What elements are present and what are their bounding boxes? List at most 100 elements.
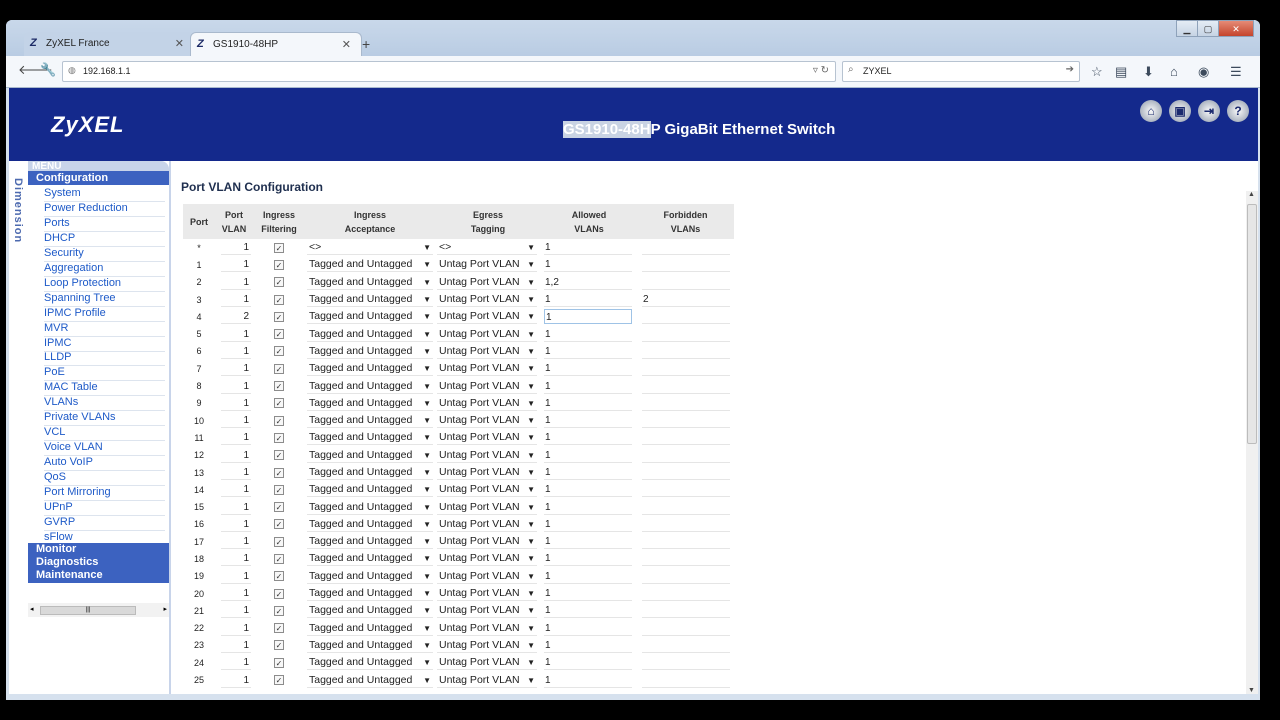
egress-tagging-select[interactable]: Untag Port VLAN ▼ [437, 413, 537, 429]
bookmark-star-icon[interactable]: ☆ [1091, 64, 1103, 80]
pvid-input[interactable]: 1 [221, 396, 251, 411]
ingress-filter-checkbox[interactable]: ✓ [274, 294, 284, 305]
forbidden-vlans-input[interactable] [642, 500, 730, 515]
sidebar-item-vlans[interactable]: VLANs [44, 396, 78, 408]
egress-tagging-select[interactable]: Untag Port VLAN ▼ [437, 448, 537, 463]
sidebar-item-mvr[interactable]: MVR [44, 322, 68, 334]
scroll-up-icon[interactable]: ▲ [1248, 191, 1255, 198]
allowed-vlans-input[interactable]: 1 [544, 413, 632, 429]
egress-tagging-select[interactable]: Untag Port VLAN ▼ [437, 275, 537, 290]
sidebar-item-port-mirroring[interactable]: Port Mirroring [44, 486, 111, 498]
allowed-vlans-input[interactable]: 1 [544, 673, 632, 688]
allowed-vlans-input[interactable]: 1 [544, 344, 632, 359]
ingress-filter-checkbox[interactable]: ✓ [274, 415, 284, 426]
forbidden-vlans-input[interactable] [642, 396, 730, 411]
allowed-vlans-input[interactable]: 1 [544, 534, 632, 550]
forbidden-vlans-input[interactable] [642, 448, 730, 463]
tab-gs1910[interactable]: Z GS1910-48HP ✕ [190, 32, 362, 56]
ingress-acceptance-select[interactable]: <> ▼ [307, 240, 433, 256]
sidebar-item-power-reduction[interactable]: Power Reduction [44, 202, 128, 214]
maximize-icon[interactable]: ▢ [1197, 20, 1219, 37]
sidebar-item-spanning-tree[interactable]: Spanning Tree [44, 292, 116, 304]
sidebar-section-maintenance[interactable]: Maintenance [28, 569, 169, 583]
allowed-vlans-input[interactable]: 1 [544, 379, 632, 394]
pvid-input[interactable]: 1 [221, 257, 251, 273]
chat-icon[interactable]: ◉ [1198, 64, 1209, 80]
egress-tagging-select[interactable]: Untag Port VLAN ▼ [437, 430, 537, 446]
ingress-filter-checkbox[interactable]: ✓ [274, 277, 284, 288]
egress-tagging-select[interactable]: Untag Port VLAN ▼ [437, 569, 537, 584]
ingress-filter-checkbox[interactable]: ✓ [274, 467, 284, 478]
ingress-filter-checkbox[interactable]: ✓ [274, 502, 284, 513]
ingress-filter-checkbox[interactable]: ✓ [274, 484, 284, 495]
sidebar-item-auto-voip[interactable]: Auto VoIP [44, 456, 93, 468]
pvid-input[interactable]: 1 [221, 448, 251, 463]
forbidden-vlans-input[interactable] [642, 569, 730, 584]
sidebar-item-dhcp[interactable]: DHCP [44, 232, 75, 244]
allowed-vlans-input[interactable]: 1 [544, 586, 632, 602]
ingress-filter-checkbox[interactable]: ✓ [274, 640, 284, 651]
sidebar-item-qos[interactable]: QoS [44, 471, 66, 483]
forbidden-vlans-input[interactable] [642, 655, 730, 671]
ingress-filter-checkbox[interactable]: ✓ [274, 398, 284, 409]
ingress-acceptance-select[interactable]: Tagged and Untagged ▼ [307, 500, 433, 515]
forbidden-vlans-input[interactable] [642, 586, 730, 602]
sidebar-item-poe[interactable]: PoE [44, 366, 65, 378]
egress-tagging-select[interactable]: Untag Port VLAN ▼ [437, 655, 537, 671]
egress-tagging-select[interactable]: Untag Port VLAN ▼ [437, 621, 537, 636]
ingress-filter-checkbox[interactable]: ✓ [274, 519, 284, 530]
scroll-left-icon[interactable]: ◂ [30, 605, 34, 613]
egress-tagging-select[interactable]: Untag Port VLAN ▼ [437, 534, 537, 550]
ingress-acceptance-select[interactable]: Tagged and Untagged ▼ [307, 257, 433, 273]
ingress-acceptance-select[interactable]: Tagged and Untagged ▼ [307, 413, 433, 429]
egress-tagging-select[interactable]: Untag Port VLAN ▼ [437, 638, 537, 653]
scroll-down-icon[interactable]: ▼ [1248, 687, 1255, 694]
search-input[interactable]: ⌕ ZYXEL ➔ [842, 61, 1080, 82]
ingress-acceptance-select[interactable]: Tagged and Untagged ▼ [307, 465, 433, 480]
sidebar-item-security[interactable]: Security [44, 247, 84, 259]
ingress-filter-checkbox[interactable]: ✓ [274, 363, 284, 374]
sidebar-item-ipmc-profile[interactable]: IPMC Profile [44, 307, 106, 319]
egress-tagging-select[interactable]: Untag Port VLAN ▼ [437, 551, 537, 567]
egress-tagging-select[interactable]: Untag Port VLAN ▼ [437, 396, 537, 411]
ingress-acceptance-select[interactable]: Tagged and Untagged ▼ [307, 379, 433, 394]
menu-hamburger-icon[interactable]: ☰ [1230, 64, 1242, 80]
egress-tagging-select[interactable]: Untag Port VLAN ▼ [437, 309, 537, 325]
close-tab-icon[interactable]: ✕ [342, 38, 351, 51]
allowed-vlans-input[interactable]: 1 [544, 569, 632, 584]
sidebar-item-ports[interactable]: Ports [44, 217, 70, 229]
ingress-acceptance-select[interactable]: Tagged and Untagged ▼ [307, 603, 433, 619]
sidebar-item-vcl[interactable]: VCL [44, 426, 65, 438]
sidebar-item-loop-protection[interactable]: Loop Protection [44, 277, 121, 289]
search-go-icon[interactable]: ➔ [1066, 64, 1074, 75]
forbidden-vlans-input[interactable] [642, 309, 730, 325]
pvid-input[interactable]: 1 [221, 379, 251, 394]
sidebar-item-ipmc[interactable]: IPMC [44, 337, 72, 349]
close-window-icon[interactable]: ✕ [1218, 20, 1254, 37]
egress-tagging-select[interactable]: Untag Port VLAN ▼ [437, 517, 537, 532]
pvid-input[interactable]: 1 [221, 240, 251, 256]
scroll-right-icon[interactable]: ▸ [163, 605, 167, 613]
allowed-vlans-input[interactable]: 1 [544, 327, 632, 342]
allowed-vlans-input[interactable]: 1 [544, 257, 632, 273]
allowed-vlans-input[interactable]: 1 [544, 448, 632, 463]
forbidden-vlans-input[interactable] [642, 240, 730, 256]
ingress-acceptance-select[interactable]: Tagged and Untagged ▼ [307, 275, 433, 290]
download-icon[interactable]: ⬇ [1143, 64, 1154, 80]
sidebar-item-private-vlans[interactable]: Private VLANs [44, 411, 116, 423]
sidebar-section-configuration[interactable]: Configuration [28, 171, 169, 185]
allowed-vlans-input[interactable]: 1 [544, 361, 632, 377]
ingress-acceptance-select[interactable]: Tagged and Untagged ▼ [307, 309, 433, 325]
ingress-filter-checkbox[interactable]: ✓ [274, 588, 284, 599]
allowed-vlans-input[interactable]: 1 [544, 482, 632, 498]
pvid-input[interactable]: 1 [221, 673, 251, 688]
pvid-input[interactable]: 1 [221, 569, 251, 584]
ingress-acceptance-select[interactable]: Tagged and Untagged ▼ [307, 551, 433, 567]
ingress-filter-checkbox[interactable]: ✓ [274, 536, 284, 547]
close-tab-icon[interactable]: ✕ [175, 37, 184, 50]
pvid-input[interactable]: 1 [221, 500, 251, 515]
home-icon[interactable]: ⌂ [1140, 100, 1162, 122]
pvid-input[interactable]: 1 [221, 292, 251, 308]
forbidden-vlans-input[interactable] [642, 257, 730, 273]
sidebar-item-aggregation[interactable]: Aggregation [44, 262, 103, 274]
